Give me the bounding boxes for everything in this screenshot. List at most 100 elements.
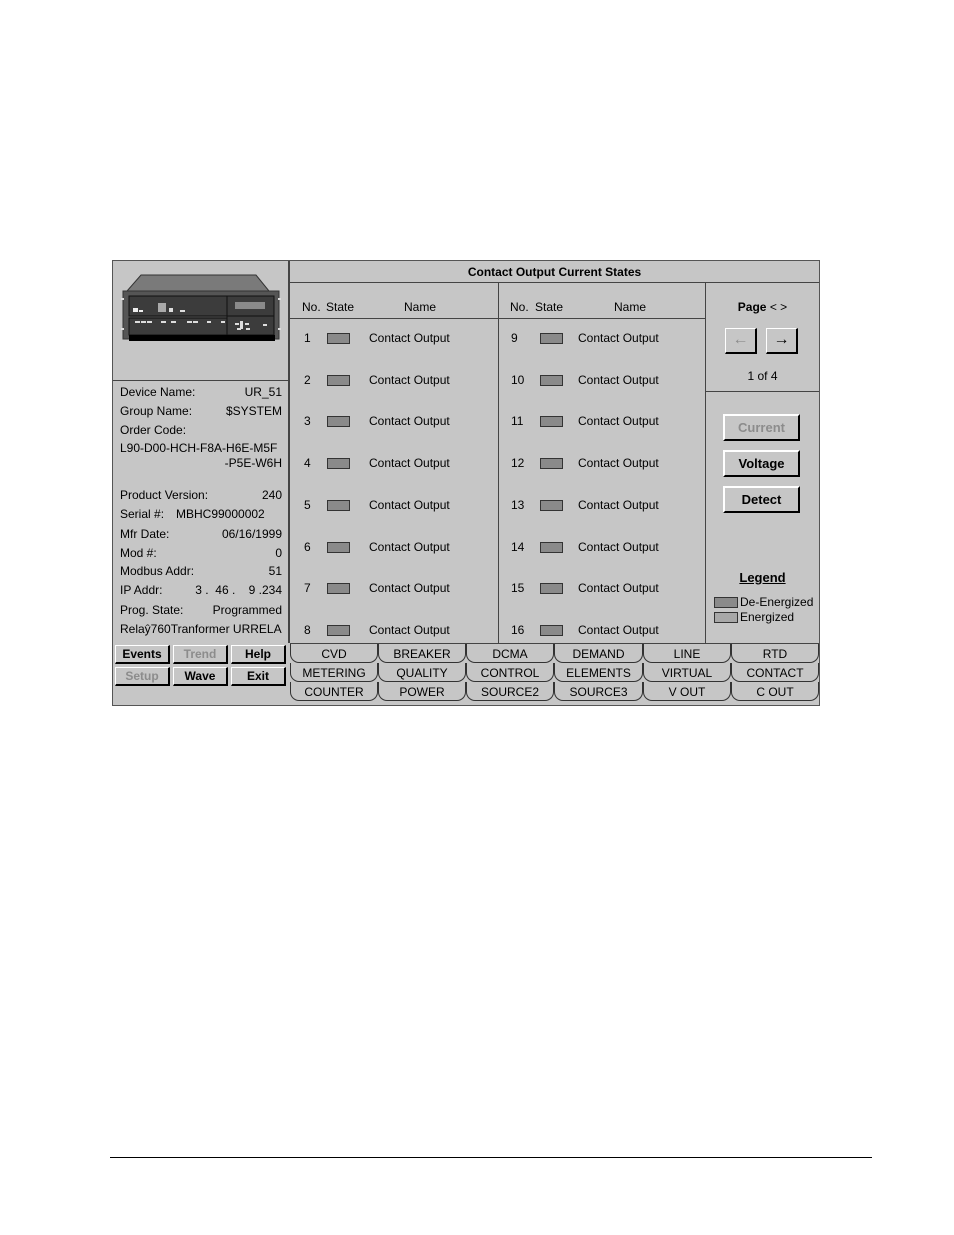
detect-button[interactable]: Detect xyxy=(723,486,800,513)
name-header: Name xyxy=(614,300,647,314)
output-row: 12 Contact Output xyxy=(499,454,705,472)
state-header: State xyxy=(535,300,564,314)
tab-virtual[interactable]: VIRTUAL xyxy=(643,663,731,682)
state-indicator xyxy=(327,499,350,511)
modbus-row: Modbus Addr: 51 xyxy=(120,562,282,580)
tab-cvd[interactable]: CVD xyxy=(290,644,378,663)
group-name-row: Group Name: $SYSTEM xyxy=(120,402,282,420)
mod-label: Mod #: xyxy=(120,546,157,560)
page-count: 1 of 4 xyxy=(747,369,778,383)
product-version-label: Product Version: xyxy=(120,488,209,502)
tab-breaker[interactable]: BREAKER xyxy=(378,644,466,663)
legend-label: De-Energized xyxy=(740,595,814,609)
column-header: No. State Name xyxy=(290,283,498,319)
output-row: 16 Contact Output xyxy=(499,621,705,639)
tab-power[interactable]: POWER xyxy=(378,682,466,701)
category-tabs: CVD BREAKER DCMA DEMAND LINE RTD METERING QUALI… xyxy=(290,643,819,705)
product-version-value: 240 xyxy=(261,488,282,502)
tab-source2[interactable]: SOURCE2 xyxy=(466,682,554,701)
ip-value: 3 . 46 . 9 .234 xyxy=(195,583,282,597)
modbus-label: Modbus Addr: xyxy=(120,564,195,578)
output-row: 4 Contact Output xyxy=(290,454,498,472)
group-name-label: Group Name: xyxy=(120,404,193,418)
mfr-date-label: Mfr Date: xyxy=(120,527,170,541)
output-number: 8 xyxy=(304,622,311,637)
output-number: 4 xyxy=(304,456,311,471)
tab-elements[interactable]: ELEMENTS xyxy=(554,663,643,682)
wave-button[interactable]: Wave xyxy=(173,667,228,686)
output-name: Contact Output xyxy=(578,539,659,554)
trend-button[interactable]: Trend xyxy=(173,645,228,664)
page-label-text: Page xyxy=(737,300,767,314)
relay-desc-row: Relaŷ760Tranformer URRELA xyxy=(120,620,282,638)
state-indicator xyxy=(327,624,350,636)
output-name: Contact Output xyxy=(369,622,450,637)
output-row: 15 Contact Output xyxy=(499,579,705,597)
divider xyxy=(113,380,290,381)
output-number: 6 xyxy=(304,539,311,554)
legend-deenergized: De-Energized xyxy=(714,595,813,609)
tab-v-out[interactable]: V OUT xyxy=(643,682,731,701)
tab-rtd[interactable]: RTD xyxy=(731,644,819,663)
output-number: 5 xyxy=(304,497,311,512)
output-name: Contact Output xyxy=(578,414,659,429)
prev-page-button[interactable]: ← xyxy=(725,328,757,354)
next-page-button[interactable]: → xyxy=(766,328,798,354)
side-panel: Page < > ← → 1 of 4 Current Voltage Dete… xyxy=(706,283,819,643)
mfr-date-row: Mfr Date: 06/16/1999 xyxy=(120,525,282,543)
output-number: 12 xyxy=(511,456,525,471)
legend-swatch-deenergized xyxy=(714,597,738,609)
events-button[interactable]: Events xyxy=(115,645,170,664)
prog-state-value: Programmed xyxy=(212,603,282,617)
tab-dcma[interactable]: DCMA xyxy=(466,644,554,663)
setup-button[interactable]: Setup xyxy=(115,667,170,686)
tab-metering[interactable]: METERING xyxy=(290,663,378,682)
output-number: 10 xyxy=(511,372,525,387)
state-indicator xyxy=(327,541,350,553)
output-name: Contact Output xyxy=(578,372,659,387)
output-row: 11 Contact Output xyxy=(499,412,705,430)
output-number: 1 xyxy=(304,331,311,345)
tab-c-out[interactable]: C OUT xyxy=(731,682,819,701)
arrow-left-icon: ← xyxy=(732,331,749,348)
prog-state-row: Prog. State: Programmed xyxy=(120,601,282,619)
tab-quality[interactable]: QUALITY xyxy=(378,663,466,682)
voltage-button[interactable]: Voltage xyxy=(723,450,800,477)
name-header: Name xyxy=(404,300,437,314)
serial-row: Serial #: MBHC99000002 xyxy=(120,505,282,523)
tab-counter[interactable]: COUNTER xyxy=(290,682,378,701)
state-indicator xyxy=(540,541,563,553)
group-name-value: $SYSTEM xyxy=(225,404,282,418)
state-indicator xyxy=(327,458,350,470)
output-row: 5 Contact Output xyxy=(290,496,498,514)
state-indicator xyxy=(540,499,563,511)
output-name: Contact Output xyxy=(369,414,450,429)
order-code-line2: -P5E-W6H xyxy=(224,456,282,470)
output-row: 13 Contact Output xyxy=(499,496,705,514)
tab-control[interactable]: CONTROL xyxy=(466,663,554,682)
legend-title: Legend xyxy=(739,570,786,585)
page-arrows-hint: < > xyxy=(769,300,788,314)
current-button[interactable]: Current xyxy=(723,414,800,441)
output-row: 1 Contact Output xyxy=(290,329,498,347)
tab-line[interactable]: LINE xyxy=(643,644,731,663)
outputs-column-2: No. State Name 9 Contact Output 10 Contact … xyxy=(499,283,706,643)
output-name: Contact Output xyxy=(369,539,450,554)
order-code-line2-row: -P5E-W6H xyxy=(120,454,282,472)
state-header: State xyxy=(326,300,355,314)
state-indicator xyxy=(540,333,563,344)
mod-value: 0 xyxy=(275,546,282,560)
help-button[interactable]: Help xyxy=(231,645,286,664)
output-number: 3 xyxy=(304,414,311,429)
tab-source3[interactable]: SOURCE3 xyxy=(554,682,643,701)
output-number: 16 xyxy=(511,622,525,637)
no-header: No. xyxy=(510,300,529,314)
prog-state-label: Prog. State: xyxy=(120,603,184,617)
tab-contact[interactable]: CONTACT xyxy=(731,663,819,682)
tab-demand[interactable]: DEMAND xyxy=(554,644,643,663)
exit-button[interactable]: Exit xyxy=(231,667,286,686)
output-name: Contact Output xyxy=(578,497,659,512)
state-indicator xyxy=(540,458,563,470)
output-name: Contact Output xyxy=(369,581,450,596)
ip-row: IP Addr: 3 . 46 . 9 .234 xyxy=(120,581,282,599)
